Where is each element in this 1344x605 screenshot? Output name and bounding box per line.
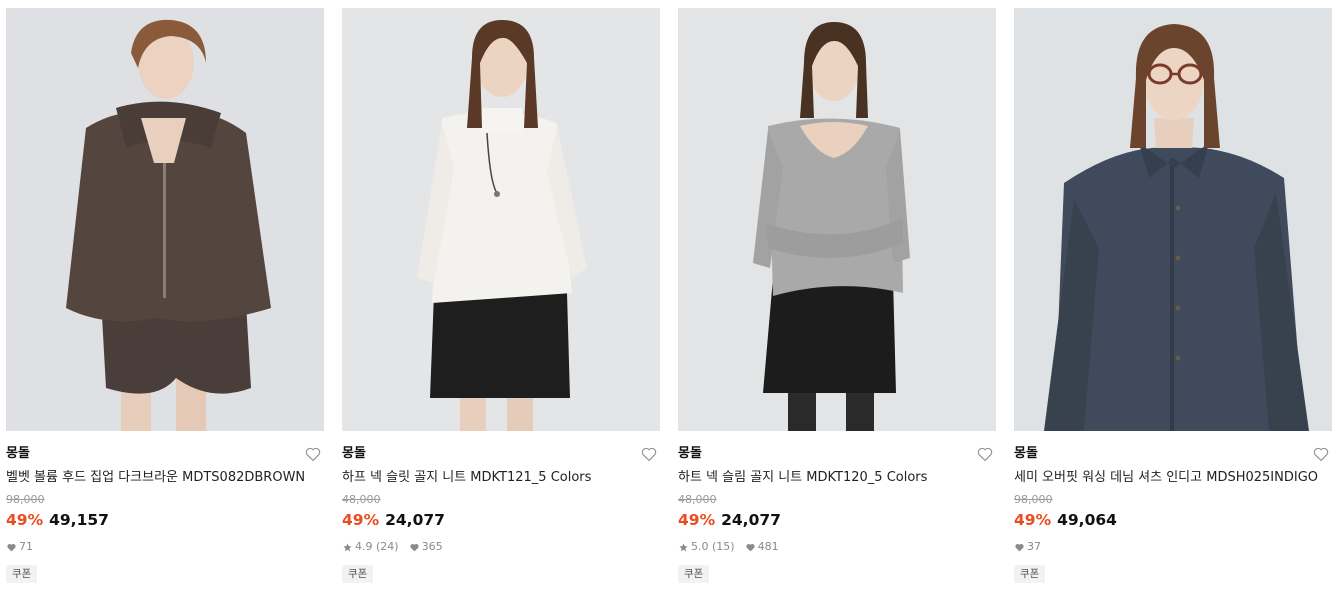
- discount-rate: 49%: [6, 511, 44, 529]
- brand-name[interactable]: 몽돌: [342, 445, 660, 463]
- product-name[interactable]: 하프 넥 슬릿 골지 니트 MDKT121_5 Colors: [342, 469, 660, 487]
- heart-filled-icon: [7, 543, 16, 551]
- heart-filled-icon: [745, 543, 755, 551]
- heart-icon[interactable]: [976, 445, 994, 463]
- product-image[interactable]: [678, 8, 996, 431]
- product-name[interactable]: 하트 넥 슬림 골지 니트 MDKT120_5 Colors: [678, 469, 996, 487]
- coupon-badge: 쿠폰: [1014, 565, 1046, 583]
- original-price: 98,000: [1014, 493, 1053, 506]
- product-stats: 4.9 (24) 365: [342, 540, 660, 554]
- heart-filled-icon: [409, 543, 419, 551]
- review-count: (15): [712, 540, 735, 553]
- sale-price: 24,077: [385, 511, 445, 529]
- product-card[interactable]: 몽돌 하트 넥 슬림 골지 니트 MDKT120_5 Colors 48,000…: [678, 8, 996, 583]
- product-image[interactable]: [6, 8, 324, 431]
- sale-price: 49,157: [49, 511, 109, 529]
- star-icon: [343, 542, 352, 551]
- product-stats: 37: [1014, 540, 1332, 554]
- brand-name[interactable]: 몽돌: [1014, 445, 1332, 463]
- heart-filled-icon: [1015, 543, 1024, 551]
- like-count: 71: [19, 540, 33, 553]
- product-image[interactable]: [342, 8, 660, 431]
- heart-icon[interactable]: [1312, 445, 1330, 463]
- star-icon: [679, 542, 688, 551]
- discount-rate: 49%: [1014, 511, 1052, 529]
- product-name[interactable]: 세미 오버핏 워싱 데님 셔츠 인디고 MDSH025INDIGO: [1014, 469, 1332, 487]
- heart-icon[interactable]: [640, 445, 658, 463]
- review-count: (24): [376, 540, 399, 553]
- heart-icon[interactable]: [304, 445, 322, 463]
- like-count: 365: [421, 540, 443, 553]
- discount-rate: 49%: [678, 511, 716, 529]
- sale-price: 49,064: [1057, 511, 1117, 529]
- product-stats: 71: [6, 540, 324, 554]
- product-card[interactable]: 몽돌 세미 오버핏 워싱 데님 셔츠 인디고 MDSH025INDIGO 98,…: [1014, 8, 1332, 583]
- sale-price: 24,077: [721, 511, 781, 529]
- product-card[interactable]: 몽돌 하프 넥 슬릿 골지 니트 MDKT121_5 Colors 48,000…: [342, 8, 660, 583]
- brand-name[interactable]: 몽돌: [6, 445, 324, 463]
- product-card[interactable]: 몽돌 벨벳 볼륨 후드 집업 다크브라운 MDTS082DBROWN 98,00…: [6, 8, 324, 583]
- original-price: 98,000: [6, 493, 45, 506]
- brand-name[interactable]: 몽돌: [678, 445, 996, 463]
- like-count: 37: [1027, 540, 1041, 553]
- coupon-badge: 쿠폰: [678, 565, 710, 583]
- coupon-badge: 쿠폰: [342, 565, 374, 583]
- like-count: 481: [757, 540, 779, 553]
- original-price: 48,000: [678, 493, 717, 506]
- product-stats: 5.0 (15) 481: [678, 540, 996, 554]
- product-image[interactable]: [1014, 8, 1332, 431]
- discount-rate: 49%: [342, 511, 380, 529]
- product-grid: 몽돌 벨벳 볼륨 후드 집업 다크브라운 MDTS082DBROWN 98,00…: [0, 0, 1344, 605]
- rating-value: 5.0: [691, 540, 709, 553]
- product-name[interactable]: 벨벳 볼륨 후드 집업 다크브라운 MDTS082DBROWN: [6, 469, 324, 487]
- original-price: 48,000: [342, 493, 381, 506]
- coupon-badge: 쿠폰: [6, 565, 38, 583]
- rating-value: 4.9: [355, 540, 373, 553]
